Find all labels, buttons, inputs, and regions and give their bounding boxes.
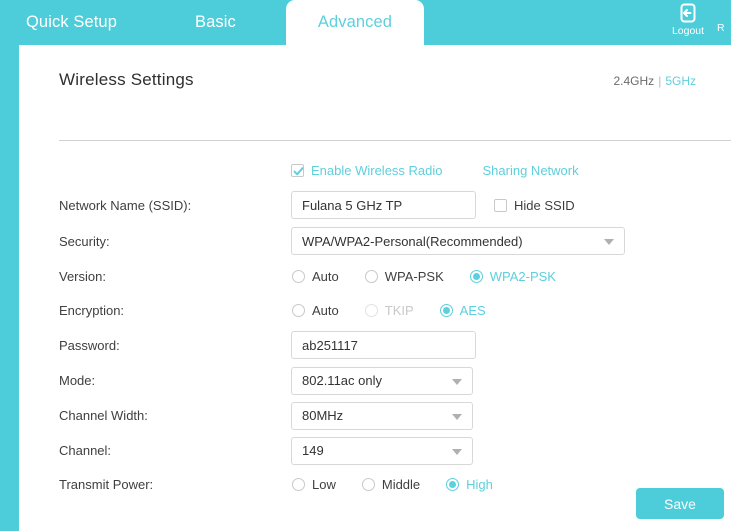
version-option-wpa-psk[interactable]: WPA-PSK <box>364 268 444 284</box>
radio-disabled-icon <box>364 303 378 317</box>
enable-wireless-radio-checkbox[interactable]: Enable Wireless Radio <box>291 163 443 178</box>
hide-ssid-label: Hide SSID <box>514 197 575 213</box>
radio-unselected-icon <box>361 477 375 491</box>
row-enable-radio: Enable Wireless Radio Sharing Network <box>19 153 731 187</box>
encryption-option-auto-label: Auto <box>312 302 339 318</box>
encryption-label: Encryption: <box>59 302 125 318</box>
transmit-power-option-middle-label: Middle <box>381 476 421 492</box>
chevron-down-icon <box>452 413 462 420</box>
version-radio-group: Auto WPA-PSK WPA2-PSK <box>292 269 556 284</box>
version-label: Version: <box>59 268 106 284</box>
encryption-option-tkip: TKIP <box>364 302 414 318</box>
chevron-down-icon <box>604 239 614 245</box>
left-accent-rail <box>0 45 19 531</box>
channel-select[interactable]: 149 <box>291 436 473 465</box>
transmit-power-option-middle[interactable]: Middle <box>361 476 421 492</box>
security-label: Security: <box>59 233 110 249</box>
version-option-wpa-psk-label: WPA-PSK <box>384 268 444 284</box>
tab-advanced[interactable]: Advanced <box>285 0 425 45</box>
enable-wireless-radio-label: Enable Wireless Radio <box>311 162 443 178</box>
encryption-option-aes[interactable]: AES <box>439 302 486 318</box>
row-channel-width: Channel Width: 80MHz <box>19 398 731 433</box>
mode-select[interactable]: 802.11ac only <box>291 366 473 395</box>
row-encryption: Encryption: Auto TKIP AES <box>19 293 731 327</box>
chevron-down-icon <box>452 448 462 455</box>
channel-label: Channel: <box>59 443 112 458</box>
row-channel: Channel: 149 <box>19 433 731 468</box>
channel-width-label: Channel Width: <box>59 408 148 423</box>
transmit-power-option-high[interactable]: High <box>446 477 493 492</box>
sharing-network-link[interactable]: Sharing Network <box>483 163 579 178</box>
tab-quick-setup[interactable]: Quick Setup <box>0 0 151 45</box>
tab-advanced-label: Advanced <box>317 13 393 31</box>
radio-selected-icon <box>446 477 460 491</box>
hide-ssid-checkbox[interactable]: Hide SSID <box>494 198 575 213</box>
password-input[interactable] <box>291 331 476 359</box>
row-mode: Mode: 802.11ac only <box>19 363 731 398</box>
transmit-power-option-high-label: High <box>466 476 493 492</box>
version-option-auto[interactable]: Auto <box>292 269 339 284</box>
logout-label: Logout <box>671 25 705 37</box>
radio-selected-icon <box>439 303 453 317</box>
content-panel: Wireless Settings 2.4GHz | 5GHz Enable Wir… <box>19 45 731 531</box>
version-option-wpa2-psk-label: WPA2-PSK <box>489 268 556 284</box>
logout-icon <box>677 2 699 24</box>
tab-basic-label: Basic <box>194 13 236 31</box>
radio-selected-icon <box>469 269 483 283</box>
ssid-input[interactable] <box>291 191 476 219</box>
channel-width-value: 80MHz <box>302 408 344 423</box>
ssid-label: Network Name (SSID): <box>59 197 192 213</box>
tab-basic[interactable]: Basic <box>151 0 280 45</box>
checkbox-unchecked-icon <box>494 198 507 212</box>
band-24ghz[interactable]: 2.4GHz <box>614 74 655 88</box>
transmit-power-radio-group: Low Middle High <box>292 477 493 492</box>
reboot-label: R <box>717 22 725 34</box>
main-tab-bar: Quick Setup Basic Advanced <box>0 0 425 45</box>
wireless-settings-form: Enable Wireless Radio Sharing Network Ne… <box>19 153 731 500</box>
tab-quick-setup-label: Quick Setup <box>26 13 117 31</box>
transmit-power-label: Transmit Power: <box>59 476 154 492</box>
radio-unselected-icon <box>292 477 305 491</box>
band-separator: | <box>658 74 662 88</box>
security-value: WPA/WPA2-Personal(Recommended) <box>302 233 523 249</box>
page-title: Wireless Settings <box>59 70 194 89</box>
page-header: Wireless Settings 2.4GHz | 5GHz <box>59 70 696 90</box>
security-select[interactable]: WPA/WPA2-Personal(Recommended) <box>291 227 625 255</box>
encryption-option-aes-label: AES <box>459 302 486 318</box>
version-option-wpa2-psk[interactable]: WPA2-PSK <box>469 268 556 284</box>
checkbox-checked-icon <box>291 163 304 177</box>
radio-unselected-icon <box>364 269 378 283</box>
row-version: Version: Auto WPA-PSK WPA2-PSK <box>19 259 731 293</box>
encryption-radio-group: Auto TKIP AES <box>292 303 486 318</box>
mode-label: Mode: <box>59 373 96 388</box>
reboot-button[interactable]: R <box>717 0 731 34</box>
encryption-option-tkip-label: TKIP <box>384 302 414 318</box>
title-divider <box>59 140 731 141</box>
save-button[interactable]: Save <box>636 488 724 519</box>
channel-width-select[interactable]: 80MHz <box>291 401 473 430</box>
row-transmit-power: Transmit Power: Low Middle High <box>19 468 731 500</box>
password-label: Password: <box>59 337 120 353</box>
radio-unselected-icon <box>292 303 305 317</box>
radio-unselected-icon <box>292 269 305 283</box>
header-actions: Logout R <box>659 0 731 45</box>
row-security: Security: WPA/WPA2-Personal(Recommended) <box>19 223 731 259</box>
transmit-power-option-low[interactable]: Low <box>292 477 336 492</box>
encryption-option-auto[interactable]: Auto <box>292 303 339 318</box>
band-switch: 2.4GHz | 5GHz <box>614 74 697 88</box>
row-password: Password: <box>19 327 731 363</box>
channel-value: 149 <box>302 443 324 458</box>
mode-value: 802.11ac only <box>302 373 382 388</box>
transmit-power-option-low-label: Low <box>312 476 336 492</box>
app-header: Quick Setup Basic Advanced Logout R <box>0 0 731 45</box>
logout-button[interactable]: Logout <box>659 0 717 37</box>
band-5ghz[interactable]: 5GHz <box>665 74 696 88</box>
version-option-auto-label: Auto <box>312 268 339 284</box>
chevron-down-icon <box>452 378 462 385</box>
row-ssid: Network Name (SSID): Hide SSID <box>19 187 731 223</box>
